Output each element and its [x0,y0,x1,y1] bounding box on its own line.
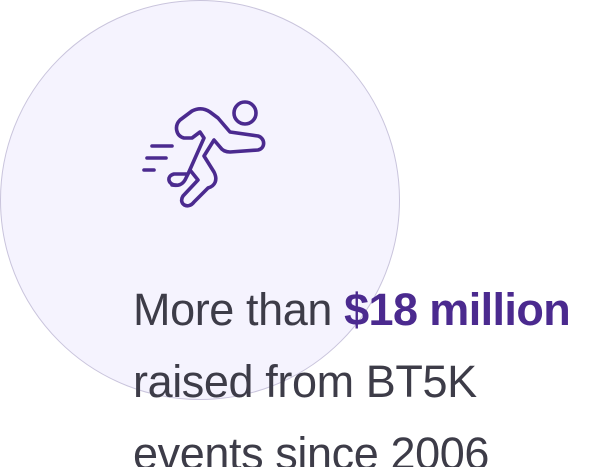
stat-prefix: More than [133,284,345,335]
stat-amount: $18 million [344,284,571,335]
stat-line-2: raised from BT5K [133,356,477,407]
stat-line-1: More than $18 million [133,274,610,346]
stat-text: More than $18 million raised from BT5K e… [133,274,610,467]
stat-line-3: events since 2006 [133,428,489,467]
running-person-icon [142,100,266,208]
stat-card: More than $18 million raised from BT5K e… [0,0,610,467]
